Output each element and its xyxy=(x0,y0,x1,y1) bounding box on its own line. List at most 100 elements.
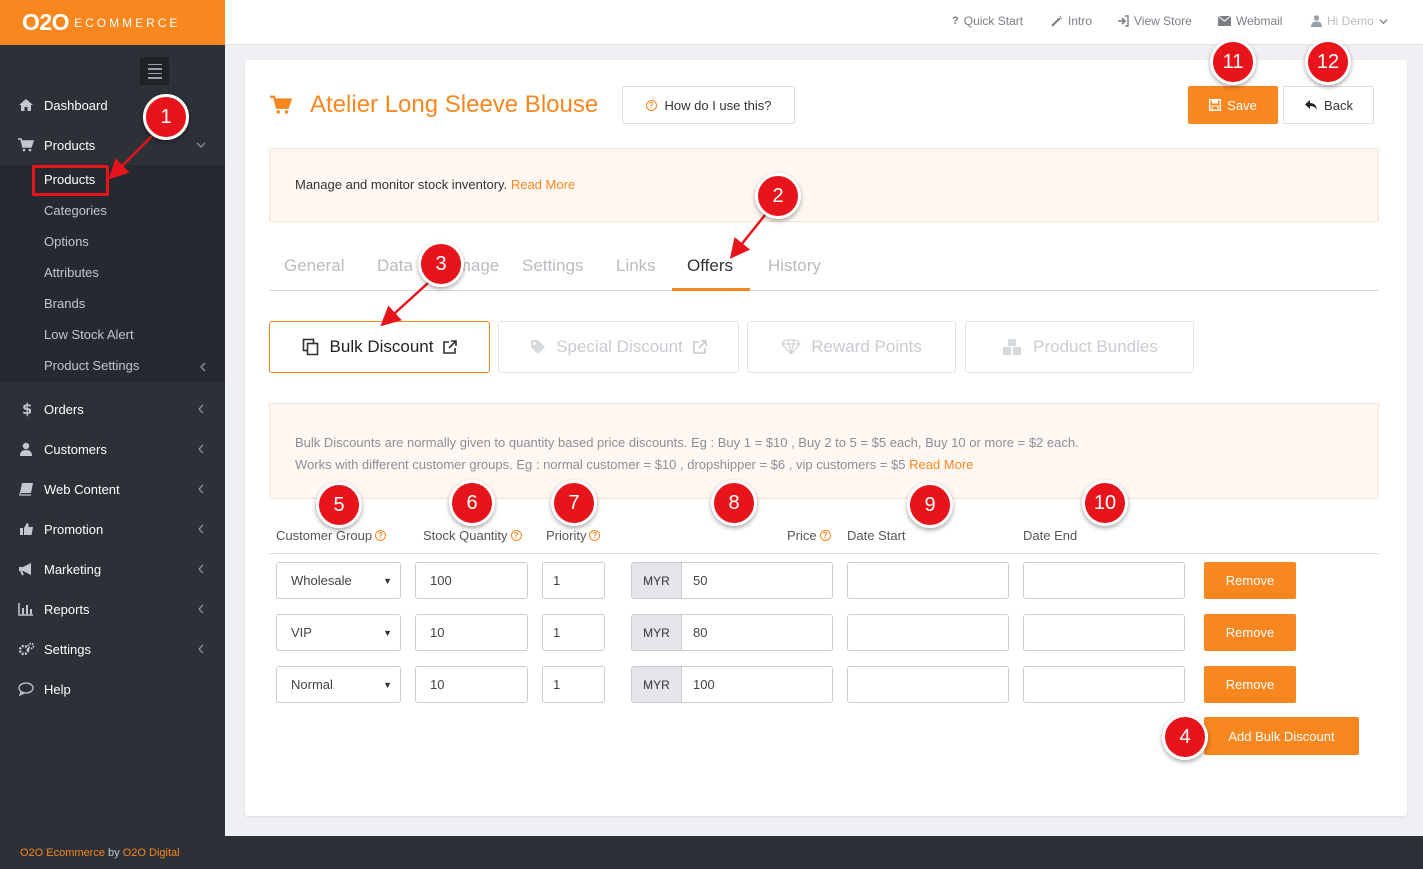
price-input[interactable]: 100 xyxy=(682,667,715,702)
sidebar-item-reports[interactable]: Reports xyxy=(0,589,225,629)
sidebar-item-settings[interactable]: Settings xyxy=(0,629,225,669)
question-circle-icon[interactable]: ? xyxy=(510,530,522,541)
quick-start-link[interactable]: ? Quick Start xyxy=(952,13,1023,29)
stock-quantity-input[interactable]: 10 xyxy=(415,614,528,651)
read-more-link[interactable]: Read More xyxy=(511,177,575,192)
comment-icon xyxy=(17,681,35,697)
customer-group-select[interactable]: Wholesale ▼ xyxy=(276,562,401,599)
header-label: Customer Group xyxy=(276,528,373,543)
tab-links[interactable]: Links xyxy=(616,256,656,276)
bulk-info-line2: Works with different customer groups. Eg… xyxy=(295,454,1079,476)
date-end-input[interactable] xyxy=(1023,562,1185,599)
annotation-badge-9: 9 xyxy=(907,482,953,528)
logo[interactable]: O2O ECOMMERCE xyxy=(0,0,225,45)
sidebar-item-orders[interactable]: $ Orders xyxy=(0,389,225,429)
tab-history[interactable]: History xyxy=(768,256,821,276)
date-start-input[interactable] xyxy=(847,614,1009,651)
annotation-badge-7: 7 xyxy=(551,480,597,526)
date-end-input[interactable] xyxy=(1023,614,1185,651)
special-discount-tab[interactable]: Special Discount xyxy=(498,321,739,373)
tab-offers[interactable]: Offers xyxy=(687,256,733,276)
price-input[interactable]: 50 xyxy=(682,563,707,598)
external-link-icon xyxy=(443,340,458,354)
sidebar-item-label: Dashboard xyxy=(44,97,108,113)
stock-quantity-input[interactable]: 10 xyxy=(415,666,528,703)
price-input[interactable]: 80 xyxy=(682,615,707,650)
price-input-group[interactable]: MYR 80 xyxy=(631,614,833,651)
submenu-brands[interactable]: Brands xyxy=(44,294,85,314)
cubes-icon xyxy=(1003,339,1022,355)
customer-group-select[interactable]: VIP ▼ xyxy=(276,614,401,651)
intro-link[interactable]: Intro xyxy=(1051,13,1092,29)
date-end-input[interactable] xyxy=(1023,666,1185,703)
customer-group-select[interactable]: Normal ▼ xyxy=(276,666,401,703)
footer-brand[interactable]: O2O Ecommerce xyxy=(20,847,105,859)
sidebar-item-dashboard[interactable]: Dashboard xyxy=(0,85,225,125)
sidebar-item-help[interactable]: Help xyxy=(0,669,225,709)
tab-label: Reward Points xyxy=(811,337,922,356)
header-stock-quantity: Stock Quantity? xyxy=(423,528,522,543)
priority-input[interactable]: 1 xyxy=(542,562,605,599)
submenu-categories[interactable]: Categories xyxy=(44,201,107,221)
reward-points-tab[interactable]: Reward Points xyxy=(747,321,956,373)
header-date-end: Date End xyxy=(1023,528,1077,543)
button-label: Save xyxy=(1227,97,1257,113)
user-menu[interactable]: Hi Demo xyxy=(1311,13,1388,29)
link-label: Intro xyxy=(1068,14,1093,28)
sidebar-item-customers[interactable]: Customers xyxy=(0,429,225,469)
date-start-input[interactable] xyxy=(847,666,1009,703)
read-more-link[interactable]: Read More xyxy=(909,457,973,472)
footer-company[interactable]: O2O Digital xyxy=(123,847,180,859)
tab-settings[interactable]: Settings xyxy=(522,256,583,276)
page-title: Atelier Long Sleeve Blouse xyxy=(310,91,599,118)
svg-text:$: $ xyxy=(22,401,31,417)
tab-general[interactable]: General xyxy=(284,256,344,276)
priority-input[interactable]: 1 xyxy=(542,614,605,651)
webmail-link[interactable]: Webmail xyxy=(1218,13,1282,29)
bar-chart-icon xyxy=(17,601,35,617)
chevron-left-icon xyxy=(198,564,204,574)
bulk-discount-tab[interactable]: Bulk Discount xyxy=(269,321,490,373)
date-start-input[interactable] xyxy=(847,562,1009,599)
sign-in-icon xyxy=(1118,15,1129,27)
product-bundles-tab[interactable]: Product Bundles xyxy=(965,321,1194,373)
header-priority: Priority? xyxy=(546,528,601,543)
magic-wand-icon xyxy=(1051,15,1063,27)
cogs-icon xyxy=(17,641,35,657)
submenu-product-settings[interactable]: Product Settings xyxy=(44,356,139,376)
price-input-group[interactable]: MYR 50 xyxy=(631,562,833,599)
sidebar-item-web-content[interactable]: Web Content xyxy=(0,469,225,509)
notice-message: Manage and monitor stock inventory. xyxy=(295,177,508,192)
sidebar-item-products[interactable]: Products xyxy=(0,125,225,165)
remove-button[interactable]: Remove xyxy=(1204,666,1296,703)
menu-toggle-icon[interactable] xyxy=(140,57,169,85)
price-input-group[interactable]: MYR 100 xyxy=(631,666,833,703)
question-circle-icon[interactable]: ? xyxy=(819,530,831,541)
bullhorn-icon xyxy=(17,561,35,577)
submenu-low-stock-alert[interactable]: Low Stock Alert xyxy=(44,325,134,345)
envelope-icon xyxy=(1218,16,1231,26)
sidebar-item-promotion[interactable]: Promotion xyxy=(0,509,225,549)
how-to-use-button[interactable]: ? How do I use this? xyxy=(622,86,795,124)
remove-button[interactable]: Remove xyxy=(1204,562,1296,599)
header-divider xyxy=(269,553,1379,554)
tab-data[interactable]: Data xyxy=(377,256,413,276)
add-bulk-discount-button[interactable]: Add Bulk Discount xyxy=(1204,717,1359,755)
button-label: How do I use this? xyxy=(664,97,772,113)
question-circle-icon[interactable]: ? xyxy=(375,530,387,541)
view-store-link[interactable]: View Store xyxy=(1117,13,1192,29)
sidebar-item-marketing[interactable]: Marketing xyxy=(0,549,225,589)
bulk-info-line2-text: Works with different customer groups. Eg… xyxy=(295,457,906,472)
stock-quantity-input[interactable]: 100 xyxy=(415,562,528,599)
priority-input[interactable]: 1 xyxy=(542,666,605,703)
chevron-left-icon xyxy=(200,362,206,372)
currency-addon: MYR xyxy=(632,563,682,598)
submenu-options[interactable]: Options xyxy=(44,232,89,252)
save-button[interactable]: Save xyxy=(1188,86,1278,124)
cart-icon xyxy=(17,137,35,153)
submenu-attributes[interactable]: Attributes xyxy=(44,263,99,283)
question-circle-icon[interactable]: ? xyxy=(589,530,601,541)
remove-button[interactable]: Remove xyxy=(1204,614,1296,651)
question-circle-icon: ? xyxy=(645,99,657,111)
back-button[interactable]: Back xyxy=(1283,86,1374,124)
